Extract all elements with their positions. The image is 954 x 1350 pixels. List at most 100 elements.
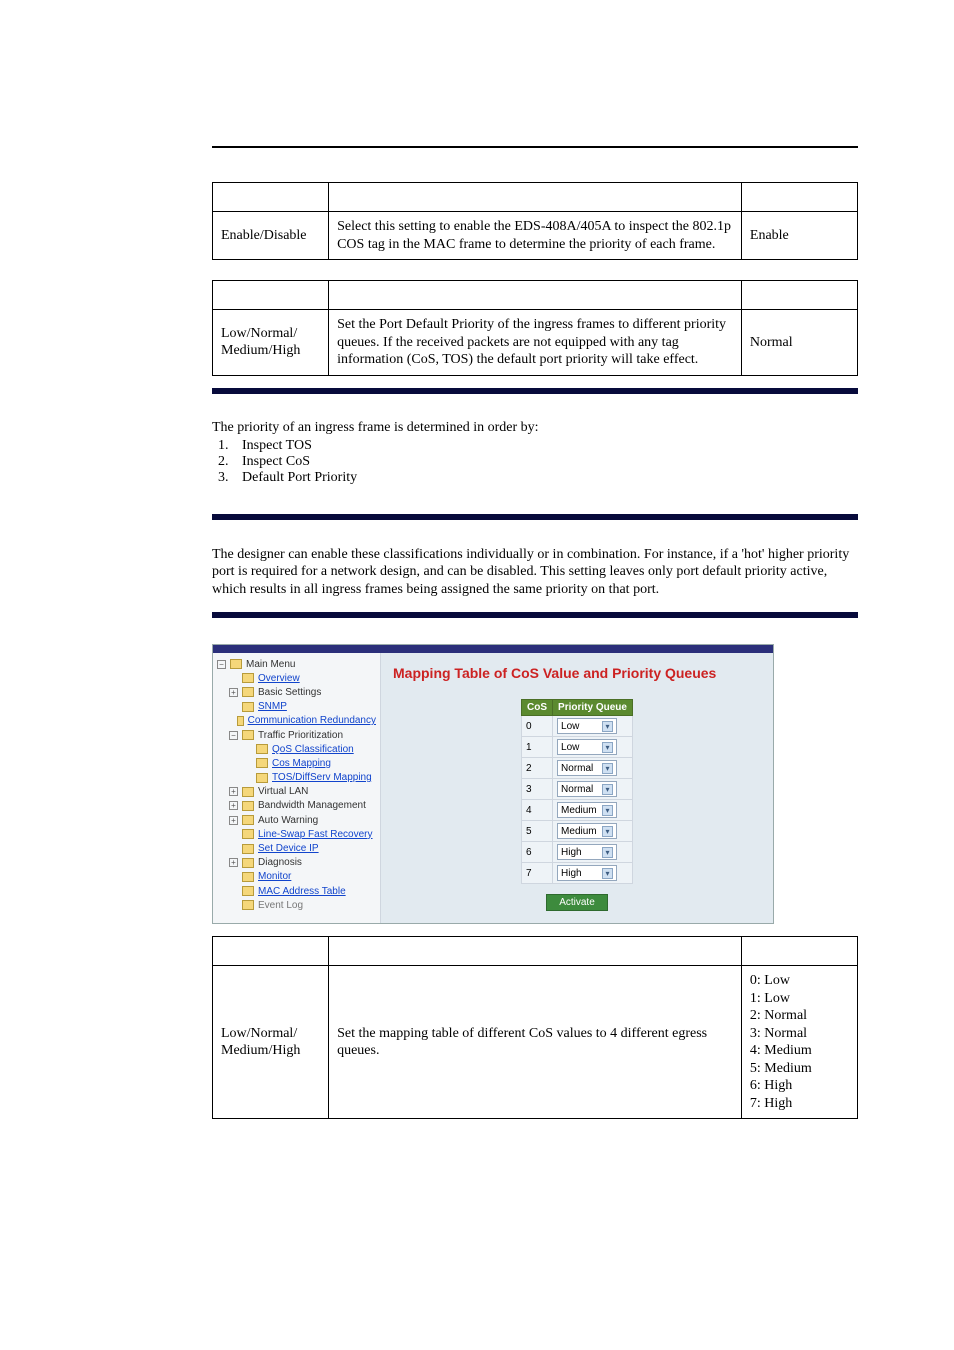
folder-icon [242, 844, 254, 854]
priority-select[interactable]: Low▾ [557, 739, 617, 755]
folder-icon [242, 872, 254, 882]
th-priority-queue: Priority Queue [553, 700, 633, 716]
tree-event-log[interactable]: Event Log [215, 898, 378, 912]
table2-default: Normal [741, 310, 857, 376]
activate-button[interactable]: Activate [546, 894, 608, 911]
folder-icon [256, 744, 268, 754]
ordered-item: Default Port Priority [232, 470, 858, 486]
cos-value: 6 [522, 842, 553, 863]
folder-icon [242, 730, 254, 740]
priority-select[interactable]: Normal▾ [557, 760, 617, 776]
tree-basic-settings[interactable]: +Basic Settings [215, 685, 378, 699]
cos-priority-table: CoS Priority Queue 0Low▾ 1Low▾ 2Normal▾ … [521, 699, 633, 884]
ordered-intro: The priority of an ingress frame is dete… [212, 420, 858, 436]
tree-line-swap[interactable]: Line-Swap Fast Recovery [215, 827, 378, 841]
folder-icon [242, 702, 254, 712]
header-setting [213, 281, 329, 310]
expand-icon: + [229, 816, 238, 825]
header-setting [213, 937, 329, 966]
tree-overview[interactable]: Overview [215, 671, 378, 685]
priority-select[interactable]: High▾ [557, 865, 617, 881]
expand-icon: + [229, 688, 238, 697]
priority-select[interactable]: Low▾ [557, 718, 617, 734]
tree-vlan[interactable]: +Virtual LAN [215, 785, 378, 799]
shot-title: Mapping Table of CoS Value and Priority … [393, 661, 761, 699]
folder-icon [242, 687, 254, 697]
table-row: 4Medium▾ [522, 800, 633, 821]
cos-value: 0 [522, 716, 553, 737]
priority-select[interactable]: High▾ [557, 844, 617, 860]
shot-content: Mapping Table of CoS Value and Priority … [381, 653, 773, 923]
chevron-down-icon: ▾ [602, 868, 613, 879]
th-cos: CoS [522, 700, 553, 716]
cos-value: 4 [522, 800, 553, 821]
tree-mac-table[interactable]: MAC Address Table [215, 884, 378, 898]
table1-desc: Select this setting to enable the EDS-40… [329, 212, 742, 260]
header-default [741, 183, 857, 212]
tree-snmp[interactable]: SNMP [215, 700, 378, 714]
table-row: 0Low▾ [522, 716, 633, 737]
header-description [329, 183, 742, 212]
divider [212, 388, 858, 394]
table-row: 5Medium▾ [522, 821, 633, 842]
chevron-down-icon: ▾ [602, 721, 613, 732]
folder-icon [242, 900, 254, 910]
ordered-item: Inspect CoS [232, 454, 858, 470]
chevron-down-icon: ▾ [602, 826, 613, 837]
tree-bandwidth-mgmt[interactable]: +Bandwidth Management [215, 799, 378, 813]
header-setting [213, 183, 329, 212]
tree-qos-classification[interactable]: QoS Classification [215, 742, 378, 756]
top-rule [212, 146, 858, 148]
priority-select[interactable]: Medium▾ [557, 802, 617, 818]
tree-auto-warning[interactable]: +Auto Warning [215, 813, 378, 827]
folder-icon [242, 673, 254, 683]
chevron-down-icon: ▾ [602, 784, 613, 795]
tree-monitor[interactable]: Monitor [215, 870, 378, 884]
folder-icon [242, 787, 254, 797]
tree-main-menu[interactable]: −Main Menu [215, 657, 378, 671]
chevron-down-icon: ▾ [602, 763, 613, 774]
table-row: 6High▾ [522, 842, 633, 863]
table1-setting: Enable/Disable [213, 212, 329, 260]
divider [212, 514, 858, 520]
table2-setting: Low/Normal/ Medium/High [213, 310, 329, 376]
cos-value: 3 [522, 779, 553, 800]
tree-cos-mapping[interactable]: Cos Mapping [215, 756, 378, 770]
table-port-default-priority: Low/Normal/ Medium/High Set the Port Def… [212, 280, 858, 376]
cos-value: 2 [522, 758, 553, 779]
cos-mapping-screenshot: −Main Menu Overview +Basic Settings SNMP… [212, 644, 774, 924]
priority-select[interactable]: Medium▾ [557, 823, 617, 839]
folder-icon [242, 858, 254, 868]
chevron-down-icon: ▾ [602, 805, 613, 816]
table2-desc: Set the Port Default Priority of the ing… [329, 310, 742, 376]
tree-comm-redundancy[interactable]: Communication Redundancy [215, 714, 378, 728]
priority-select[interactable]: Normal▾ [557, 781, 617, 797]
tree-diagnosis[interactable]: +Diagnosis [215, 856, 378, 870]
cos-value: 7 [522, 863, 553, 884]
priority-order-block: The priority of an ingress frame is dete… [212, 420, 858, 486]
shot-header-bar [213, 645, 773, 653]
expand-icon: + [229, 787, 238, 796]
table-inspect-cos: Enable/Disable Select this setting to en… [212, 182, 858, 260]
table-row: 1Low▾ [522, 737, 633, 758]
folder-icon [242, 801, 254, 811]
divider [212, 612, 858, 618]
collapse-icon: − [217, 660, 226, 669]
table3-setting: Low/Normal/ Medium/High [213, 966, 329, 1119]
tree-set-device-ip[interactable]: Set Device IP [215, 841, 378, 855]
folder-icon [242, 815, 254, 825]
cos-value: 1 [522, 737, 553, 758]
ordered-item: Inspect TOS [232, 438, 858, 454]
tree-tos-mapping[interactable]: TOS/DiffServ Mapping [215, 771, 378, 785]
header-default [741, 281, 857, 310]
table3-desc: Set the mapping table of different CoS v… [329, 966, 742, 1119]
table-row: 7High▾ [522, 863, 633, 884]
folder-icon [256, 773, 268, 783]
collapse-icon: − [229, 731, 238, 740]
cos-value: 5 [522, 821, 553, 842]
table-cos-mapping: Low/Normal/ Medium/High Set the mapping … [212, 936, 858, 1119]
table-row: 3Normal▾ [522, 779, 633, 800]
table-row: 2Normal▾ [522, 758, 633, 779]
tree-traffic-prioritization[interactable]: −Traffic Prioritization [215, 728, 378, 742]
folder-icon [256, 758, 268, 768]
